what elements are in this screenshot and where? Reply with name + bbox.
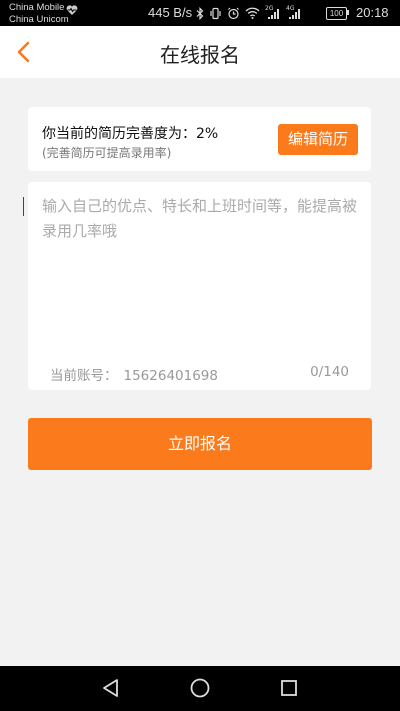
status-bar: China Mobile China Unicom 445 B/s 2G 4G … <box>0 0 400 26</box>
account-info: 当前账号： 15626401698 <box>50 364 218 384</box>
header-bar: 在线报名 <box>0 26 400 78</box>
signal-1-icon: 2G <box>265 5 281 20</box>
vibrate-icon <box>210 7 221 19</box>
alarm-icon <box>228 7 239 19</box>
completeness-label: 你当前的简历完善度为： <box>42 126 196 142</box>
back-triangle-icon[interactable] <box>100 677 122 699</box>
resume-card: 你当前的简历完善度为：2% (完善简历可提高录用率) 编辑简历 <box>28 107 371 171</box>
network-speed: 445 B/s <box>148 5 193 20</box>
signal-2-icon: 4G <box>286 5 302 20</box>
resume-hint: (完善简历可提高录用率) <box>42 146 172 160</box>
intro-card: 当前账号： 15626401698 0/140 <box>28 182 371 390</box>
completeness-value: 2% <box>196 126 219 142</box>
resume-completeness: 你当前的简历完善度为：2% <box>42 123 218 143</box>
recents-square-icon[interactable] <box>278 677 300 699</box>
page-title: 在线报名 <box>160 43 240 67</box>
battery-tip <box>347 10 349 15</box>
account-value: 15626401698 <box>123 368 218 384</box>
submit-signup-button[interactable]: 立即报名 <box>28 418 372 470</box>
text-cursor <box>23 197 24 216</box>
carrier-1: China Mobile <box>9 2 65 13</box>
edit-resume-button[interactable]: 编辑简历 <box>278 124 358 155</box>
account-label: 当前账号： <box>50 368 118 384</box>
system-nav-bar <box>0 666 400 711</box>
wifi-icon <box>245 7 260 19</box>
battery-icon: 100 <box>326 7 347 20</box>
status-icons: 2G 4G <box>196 5 302 20</box>
heart-pulse-icon <box>66 5 78 15</box>
home-circle-icon[interactable] <box>189 677 211 699</box>
carrier-2: China Unicom <box>9 13 69 25</box>
intro-textarea[interactable] <box>42 194 360 344</box>
carrier-info: China Mobile China Unicom <box>9 2 69 25</box>
bluetooth-icon <box>196 6 204 20</box>
char-counter: 0/140 <box>310 364 349 380</box>
clock: 20:18 <box>356 5 389 20</box>
